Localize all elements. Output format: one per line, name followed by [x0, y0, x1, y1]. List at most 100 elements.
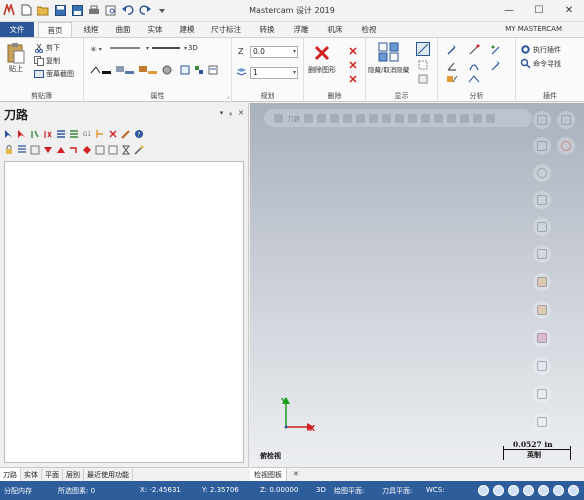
analyze-chain-button[interactable] [468, 60, 480, 72]
minimize-button[interactable]: — [494, 0, 524, 20]
point-style-dropdown[interactable]: ✳ ▾ [90, 45, 102, 54]
tab-modeling[interactable]: 建模 [172, 22, 202, 37]
solid-color-button[interactable] [138, 65, 158, 75]
hide-unhide-button[interactable]: 隐藏/取消隐藏 [368, 42, 409, 74]
cut-button[interactable]: 剪下 [34, 43, 60, 53]
grid-icon[interactable] [447, 113, 456, 123]
panel-menu-icon[interactable]: ▾ [220, 109, 224, 117]
quick-mask-line-icon[interactable] [533, 137, 551, 155]
hourglass-icon[interactable] [121, 145, 131, 155]
tab-wireframe[interactable]: 线框 [76, 22, 106, 37]
shaded-edges-icon[interactable] [508, 485, 519, 496]
help-icon[interactable]: ? [134, 129, 144, 139]
autocursor-icon[interactable] [317, 113, 326, 123]
maximize-button[interactable]: ☐ [524, 0, 554, 20]
select-chain-icon[interactable] [356, 113, 365, 123]
chevron-down-icon[interactable] [304, 113, 313, 123]
material-button[interactable] [162, 65, 178, 75]
tab-view[interactable]: 检视 [354, 22, 384, 37]
tab-recent-functions[interactable]: 最近使用功能 [84, 468, 133, 481]
status-3d-mode[interactable]: 3D [316, 486, 326, 494]
move-up-icon[interactable] [56, 145, 66, 155]
command-finder-button[interactable]: 命令寻找 [520, 58, 561, 69]
solid-face-mask-icon[interactable] [533, 301, 551, 319]
select-polygon-icon[interactable] [395, 113, 404, 123]
delete-operations-icon[interactable] [108, 129, 118, 139]
run-addin-button[interactable]: 执行插件 [520, 44, 561, 55]
dialog-launcher-icon[interactable]: ⌟ [226, 93, 229, 100]
line-width-dropdown[interactable]: ▾ [152, 44, 187, 52]
delete-duplicates-button[interactable] [348, 46, 358, 56]
tab-viewsheet[interactable]: 检视图板 [250, 468, 287, 482]
set-all-attributes-button[interactable] [180, 65, 190, 75]
settings-icon[interactable] [486, 113, 495, 123]
undelete-single-button[interactable] [348, 74, 358, 84]
select-failed-icon[interactable] [17, 129, 27, 139]
no-entry-icon[interactable] [557, 137, 575, 155]
tab-surfaces[interactable]: 曲面 [108, 22, 138, 37]
only-display-associated-icon[interactable] [108, 145, 118, 155]
blank-button[interactable] [418, 60, 428, 70]
toolpath-tree[interactable] [4, 161, 244, 463]
regenerate-dirty-icon[interactable] [43, 129, 53, 139]
undelete-button[interactable] [348, 60, 358, 70]
screenshot-button[interactable]: 萤幕截图 [34, 69, 74, 79]
surface-mask-icon[interactable] [533, 218, 551, 236]
line-mask-icon[interactable] [533, 385, 551, 403]
wireframe-view-icon[interactable] [478, 485, 489, 496]
panel-close-icon[interactable]: ✕ [238, 109, 244, 117]
select-all-icon[interactable] [4, 129, 14, 139]
tab-relief[interactable]: 浮雕 [286, 22, 316, 37]
unblank-button[interactable] [418, 74, 428, 84]
paste-button[interactable]: 贴上 [6, 42, 26, 74]
tab-solids-manager[interactable]: 实体 [21, 468, 42, 481]
verify-icon[interactable] [69, 129, 79, 139]
graphics-viewport[interactable]: 刀路 Y X 俯检视 0.0527 in 英制 [250, 103, 584, 467]
status-wcs[interactable]: WCS: [426, 486, 445, 494]
material-view-icon[interactable] [553, 485, 564, 496]
pin-icon[interactable]: ᵩ [229, 109, 232, 117]
close-button[interactable]: ✕ [554, 0, 584, 20]
copy-button[interactable]: 复制 [34, 56, 60, 66]
face-selection-icon[interactable] [421, 113, 430, 123]
scroll-to-insert-icon[interactable] [82, 145, 92, 155]
edge-selection-icon[interactable] [434, 113, 443, 123]
wireframe-display-button[interactable] [416, 42, 430, 56]
analyze-angle-button[interactable] [446, 60, 458, 72]
line-style-dropdown[interactable]: ▾ [110, 44, 149, 52]
select-vector-icon[interactable] [382, 113, 391, 123]
select-area-icon[interactable] [369, 113, 378, 123]
quick-mask-icon[interactable] [473, 113, 482, 123]
tab-levels[interactable]: 层别 [63, 468, 84, 481]
spline-mask-icon[interactable] [533, 191, 551, 209]
lock-icon[interactable] [4, 145, 14, 155]
point-mask-icon[interactable] [533, 357, 551, 375]
simulate-toolpath-icon[interactable] [56, 129, 66, 139]
arc-mask-icon[interactable] [533, 413, 551, 431]
status-tplane[interactable]: 刀具平面: [382, 486, 412, 496]
tab-drafting[interactable]: 尺寸标注 [204, 22, 248, 37]
select-window-icon[interactable] [343, 113, 352, 123]
my-mastercam-link[interactable]: MY MASTERCAM [505, 22, 562, 37]
viewsheet-close-icon[interactable]: ✕ [293, 470, 299, 478]
solid-mask-icon[interactable] [533, 273, 551, 291]
plus-icon[interactable] [557, 111, 575, 129]
tab-toolpaths[interactable]: 刀路 [0, 468, 21, 481]
tab-home[interactable]: 首页 [38, 22, 72, 37]
background-icon[interactable] [568, 485, 579, 496]
regenerate-all-icon[interactable] [30, 129, 40, 139]
tab-machine[interactable]: 机床 [320, 22, 350, 37]
solid-selection-icon[interactable] [408, 113, 417, 123]
analyze-entity-button[interactable]: ? [446, 44, 458, 56]
toggle-posting-icon[interactable] [30, 145, 40, 155]
highfeed-icon[interactable] [95, 129, 105, 139]
z-depth-field[interactable]: 0.0 ▾ [250, 46, 298, 58]
tab-solids[interactable]: 实体 [140, 22, 170, 37]
analyze-contour-button[interactable]: ? [490, 60, 502, 72]
status-section-view[interactable]: 分配内存 [4, 486, 32, 496]
tab-file[interactable]: 文件 [0, 22, 34, 37]
insert-arrow-icon[interactable] [69, 145, 79, 155]
analyze-dynamic-button[interactable] [468, 74, 480, 84]
analyze-area-button[interactable] [446, 74, 458, 84]
post-icon[interactable]: G1 [82, 129, 92, 139]
